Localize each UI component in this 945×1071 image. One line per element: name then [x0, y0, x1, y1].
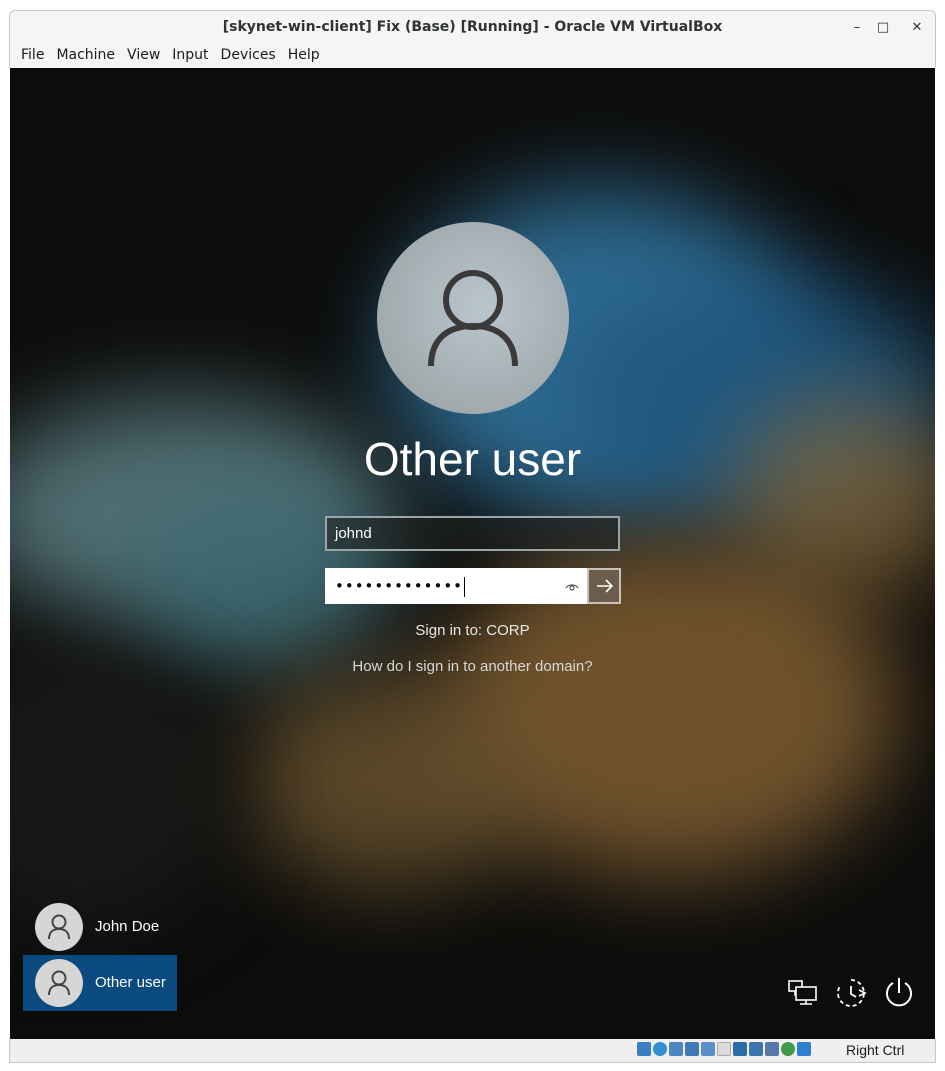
window-titlebar[interactable]: [skynet-win-client] Fix (Base) [Running]… [9, 10, 936, 44]
minimize-button[interactable]: – [846, 17, 868, 39]
device-status-icons [637, 1042, 813, 1058]
user-avatar-icon [428, 270, 518, 367]
ease-of-access-icon[interactable] [834, 976, 868, 1014]
submit-button[interactable] [587, 568, 621, 604]
cpu-icon[interactable] [765, 1042, 779, 1056]
network-icon[interactable] [786, 979, 820, 1011]
audio-icon[interactable] [669, 1042, 683, 1056]
menu-machine[interactable]: Machine [50, 44, 121, 63]
menu-file[interactable]: File [10, 44, 50, 63]
user-tile-other-user[interactable]: Other user [23, 955, 177, 1011]
optical-drive-icon[interactable] [653, 1042, 667, 1056]
menubar: File Machine View Input Devices Help [9, 44, 936, 68]
sign-in-domain-label: Sign in to: CORP [415, 622, 530, 639]
usb-icon[interactable] [701, 1042, 715, 1056]
network-adapter-icon[interactable] [685, 1042, 699, 1056]
username-field[interactable]: johnd [325, 516, 620, 551]
domain-help-link[interactable]: How do I sign in to another domain? [10, 658, 935, 675]
user-tile-name: John Doe [95, 918, 160, 935]
password-field[interactable]: ••••••••••••• [325, 568, 589, 604]
password-mask: ••••••••••••• [335, 577, 464, 595]
menu-devices[interactable]: Devices [215, 44, 282, 63]
avatar [35, 959, 83, 1007]
keyboard-capture-icon[interactable] [797, 1042, 811, 1056]
display-icon[interactable] [733, 1042, 747, 1056]
hard-disk-icon[interactable] [637, 1042, 651, 1056]
vm-display[interactable]: Other user johnd ••••••••••••• Sign in t… [10, 68, 935, 1039]
user-avatar-icon [48, 914, 70, 940]
text-caret [464, 576, 466, 597]
maximize-button[interactable]: □ [872, 17, 894, 39]
mouse-integration-icon[interactable] [781, 1042, 795, 1056]
power-icon[interactable] [883, 976, 915, 1014]
user-avatar-icon [48, 970, 70, 996]
avatar [35, 903, 83, 951]
close-button[interactable]: ✕ [906, 17, 928, 39]
host-key-label: Right Ctrl [846, 1042, 905, 1058]
statusbar: Right Ctrl [9, 1039, 936, 1063]
user-tile-name: Other user [95, 974, 166, 991]
video-capture-icon[interactable] [749, 1042, 763, 1056]
user-tile-john-doe[interactable]: John Doe [23, 899, 177, 955]
eye-icon[interactable] [565, 578, 579, 597]
menu-help[interactable]: Help [282, 44, 326, 63]
arrow-right-icon [597, 579, 614, 593]
selected-user-heading: Other user [363, 433, 582, 485]
menu-input[interactable]: Input [166, 44, 214, 63]
window-title: [skynet-win-client] Fix (Base) [Running]… [222, 19, 723, 35]
user-avatar [377, 222, 569, 414]
password-row: ••••••••••••• [325, 568, 621, 604]
menu-view[interactable]: View [121, 44, 166, 63]
shared-folders-icon[interactable] [717, 1042, 731, 1056]
lock-screen-background [10, 68, 935, 1039]
